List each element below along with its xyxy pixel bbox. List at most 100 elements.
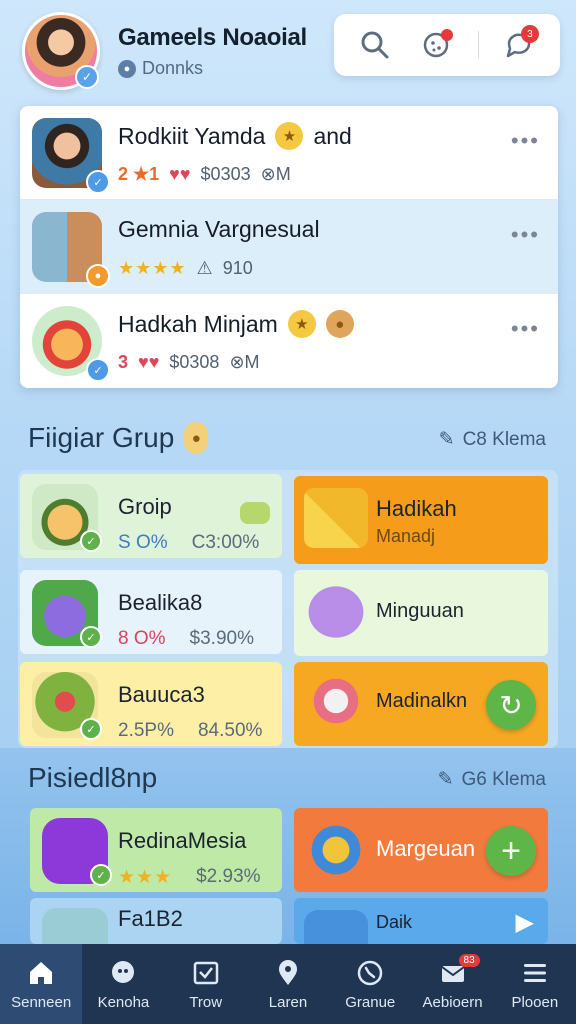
group-name: Margeuan xyxy=(376,836,476,861)
messages-button[interactable]: 3 xyxy=(497,23,541,67)
discover-button[interactable] xyxy=(415,23,459,67)
nav-label: Senneen xyxy=(11,993,72,1011)
section-title-text: Fiigiar Grup xyxy=(28,422,175,453)
nav-inbox[interactable]: Trow xyxy=(165,944,247,1024)
list-item[interactable]: ● Gemnia Vargnesual ★★★★ ⚠ 910 ••• xyxy=(20,200,558,294)
nav-home[interactable]: Senneen xyxy=(0,944,83,1024)
group-name: Minguuan xyxy=(376,600,464,622)
toolbar-divider xyxy=(477,31,479,59)
more-options-icon[interactable]: ••• xyxy=(511,316,540,342)
nav-label: Plooen xyxy=(511,993,559,1011)
nav-location[interactable]: Laren xyxy=(247,944,329,1024)
nav-label: Trow xyxy=(189,993,223,1011)
section-link[interactable]: ✎ C8 Klema xyxy=(439,428,546,451)
group-name: Madinalkn xyxy=(376,690,468,712)
nav-chat[interactable]: Kenoha xyxy=(82,944,164,1024)
rating-stars: ★★★ xyxy=(118,867,173,888)
nav-label: Kenoha xyxy=(97,993,150,1011)
add-button[interactable]: + xyxy=(486,826,536,876)
purple-blob-icon xyxy=(304,582,368,642)
nav-label: Granue xyxy=(345,993,396,1011)
group-stat-value: $3.90% xyxy=(189,628,254,649)
verified-icon: ✓ xyxy=(86,358,110,382)
cookie-emoji-icon: ● xyxy=(325,310,354,338)
group-tile[interactable]: Fa1B2 xyxy=(30,898,282,944)
section-link-text: C8 Klema xyxy=(462,428,546,450)
nav-label: Laren xyxy=(268,993,308,1011)
group-stat-percent: 2.5P% xyxy=(118,720,174,741)
group-tile[interactable]: Madinalkn ↻ xyxy=(294,662,548,746)
group-tile[interactable]: ✓ RedinaMesia ★★★ $2.93% xyxy=(30,808,282,892)
chat-icon xyxy=(112,960,135,983)
group-tile[interactable]: Margeuan + xyxy=(294,808,548,892)
plus-icon: + xyxy=(501,831,521,870)
warning-icon: ⚠ xyxy=(196,258,213,278)
group-tile[interactable]: Hadikah Manadj xyxy=(294,476,548,564)
check-icon: ✓ xyxy=(80,626,102,648)
group-name: Hadikah xyxy=(376,496,457,521)
group-stat-value: $2.93% xyxy=(196,866,261,887)
star-emoji-icon: ★ xyxy=(275,122,304,150)
refresh-button[interactable]: ↻ xyxy=(486,680,536,730)
nav-phone[interactable]: Granue xyxy=(329,944,411,1024)
contact-name-text: Rodkiit Yamda xyxy=(118,122,266,149)
list-item[interactable]: ✓ Rodkiit Yamda ★ and 2 ★1 ♥♥ $0303 ⊗M •… xyxy=(20,106,558,200)
group-stat-percent: S O% xyxy=(118,532,168,553)
status-icon: ● xyxy=(86,264,110,288)
contact-meta: ★★★★ ⚠ 910 xyxy=(118,258,253,279)
group-tile[interactable]: Minguuan xyxy=(294,570,548,656)
nav-label: Aebioern xyxy=(422,993,483,1011)
rating-stars: ★★★★ xyxy=(118,258,187,278)
group-name: Bealika8 xyxy=(118,590,203,615)
score-value: 910 xyxy=(222,258,253,278)
group-tile[interactable]: ✓ Bauuca3 2.5P% 84.50% xyxy=(20,662,282,746)
pickle-icon xyxy=(240,502,270,524)
group-stats: ★★★ $2.93% xyxy=(118,866,261,889)
group-stats: S O% C3:00% xyxy=(118,532,259,554)
more-options-icon[interactable]: ••• xyxy=(511,128,540,154)
group-subtitle: Manadj xyxy=(376,526,436,546)
section-title-text: Pisiedl8np xyxy=(28,762,158,793)
contact-name-text: Gemnia Vargnesual xyxy=(118,216,320,242)
section-link[interactable]: ✎ G6 Klema xyxy=(438,768,546,791)
menu-icon xyxy=(523,963,546,982)
star-emoji-icon: ★ xyxy=(287,310,316,338)
contact-name: Rodkiit Yamda ★ and xyxy=(118,122,352,150)
badge-icon xyxy=(304,820,368,880)
nav-menu[interactable]: Plooen xyxy=(494,944,576,1024)
group-tile[interactable]: ✓ Groip S O% C3:00% xyxy=(20,474,282,558)
app-title: Gameels Noaoial xyxy=(118,24,307,51)
contact-name: Hadkah Minjam ★ ● xyxy=(118,310,354,338)
group-stat-value: C3:00% xyxy=(191,532,260,553)
search-button[interactable] xyxy=(353,23,397,67)
puzzle-icon xyxy=(304,488,368,548)
group-stat-percent: 8 O% xyxy=(118,628,166,649)
group-tile[interactable]: ✓ Bealika8 8 O% $3.90% xyxy=(20,570,282,654)
character-icon xyxy=(304,674,368,734)
profile-avatar[interactable]: ✓ xyxy=(22,12,100,90)
group-name: Fa1B2 xyxy=(118,906,183,931)
rank-value: 2 ★1 xyxy=(118,164,160,184)
verified-icon: ✓ xyxy=(75,65,99,89)
list-item[interactable]: ✓ Hadkah Minjam ★ ● 3 ♥♥ $0308 ⊗M ••• xyxy=(20,294,558,388)
group-name: Groip xyxy=(118,494,172,519)
section-link-text: G6 Klema xyxy=(461,768,546,790)
app-header: ✓ Gameels Noaoial ● Donnks 3 xyxy=(0,0,576,100)
hearts-icon: ♥♥ xyxy=(169,164,191,184)
score-value: $0308 xyxy=(169,352,220,372)
nav-mail[interactable]: 83 Aebioern xyxy=(411,944,493,1024)
bottom-navigation: Senneen Kenoha Trow Laren Granue 83 Aebi… xyxy=(0,944,576,1024)
group-tile[interactable]: Daik ▶ xyxy=(294,898,548,944)
section-title: Fiigiar Grup ● xyxy=(28,422,209,454)
contact-name: Gemnia Vargnesual xyxy=(118,216,320,243)
group-avatar xyxy=(42,908,108,944)
hearts-icon: ♥♥ xyxy=(138,352,160,372)
score-value: $0303 xyxy=(200,164,251,184)
refresh-icon: ↻ xyxy=(499,689,523,721)
play-icon[interactable]: ▶ xyxy=(516,908,534,937)
inbox-icon xyxy=(193,961,218,984)
more-options-icon[interactable]: ••• xyxy=(511,222,540,248)
members-value: ⊗M xyxy=(260,164,291,184)
check-icon: ✓ xyxy=(80,718,102,740)
app-subtitle-text: Donnks xyxy=(142,58,204,78)
